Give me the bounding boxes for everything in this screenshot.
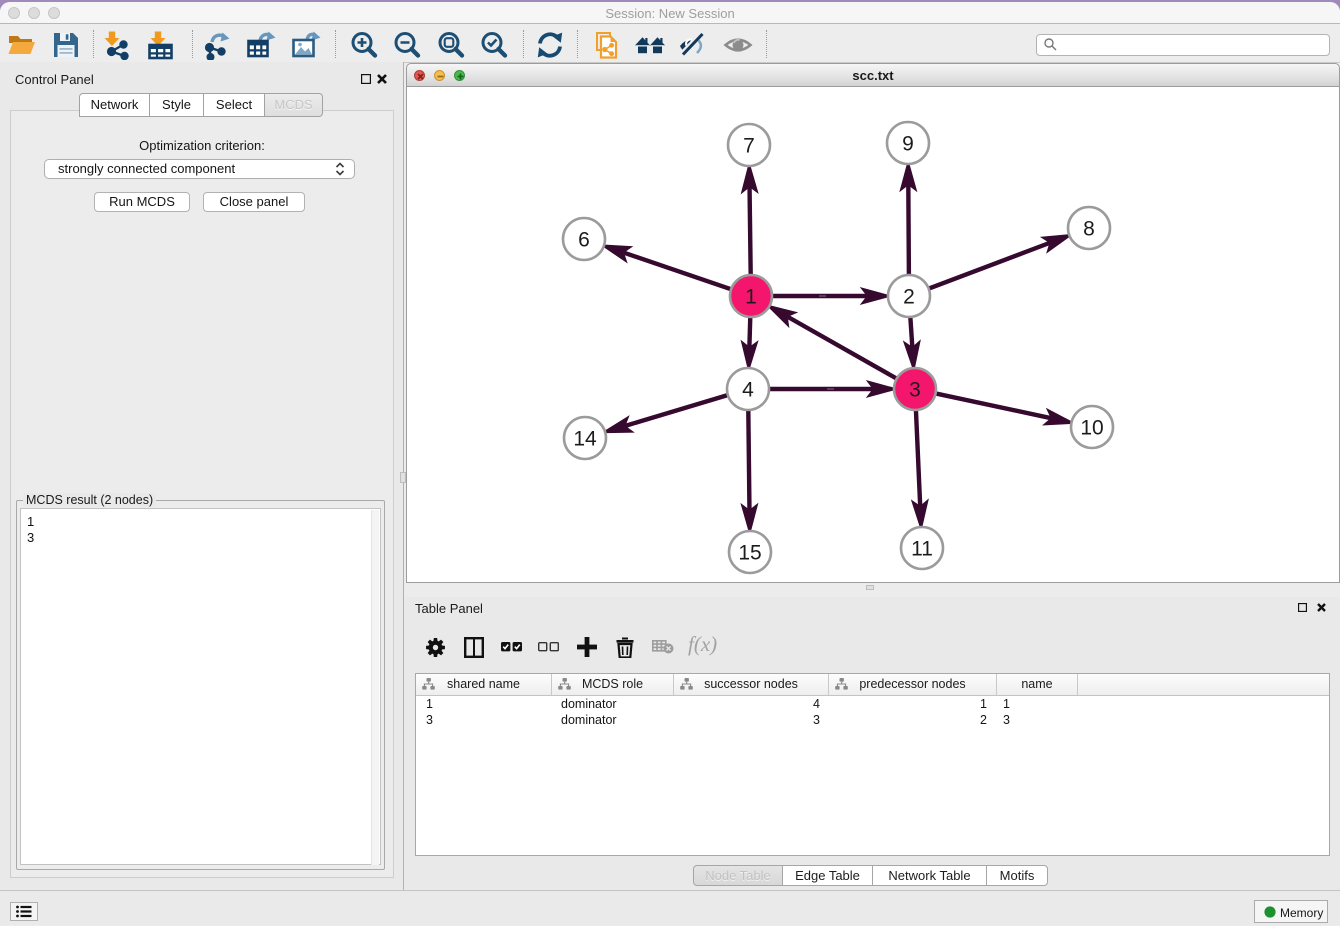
svg-text:6: 6: [578, 229, 590, 252]
svg-text:15: 15: [738, 542, 761, 565]
svg-text:2: 2: [903, 286, 915, 309]
svg-text:9: 9: [902, 133, 914, 156]
svg-text:10: 10: [1080, 417, 1103, 440]
svg-text:7: 7: [743, 135, 755, 158]
svg-text:11: 11: [911, 538, 933, 561]
svg-text:8: 8: [1083, 218, 1095, 241]
svg-text:4: 4: [742, 379, 754, 402]
svg-text:1: 1: [745, 286, 757, 309]
svg-text:3: 3: [909, 379, 921, 402]
svg-text:14: 14: [573, 428, 597, 451]
